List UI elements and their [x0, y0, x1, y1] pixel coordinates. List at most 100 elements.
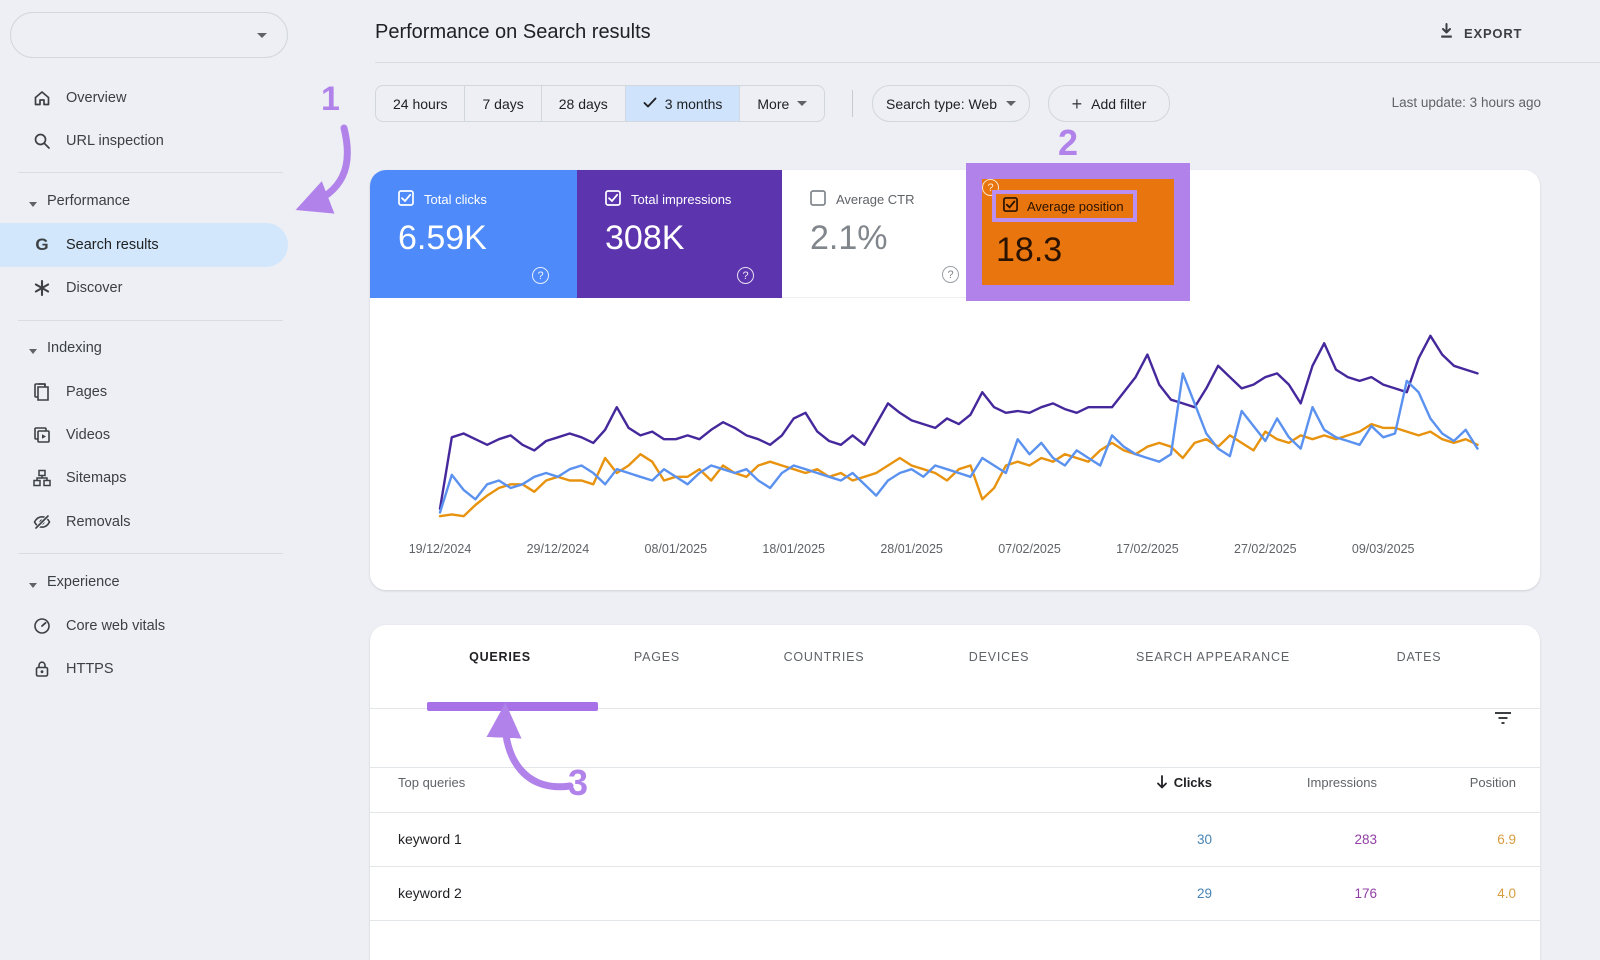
chart-x-axis: 19/12/2024 29/12/2024 08/01/2025 18/01/2025… — [370, 542, 1540, 562]
column-header-clicks[interactable]: Clicks — [1156, 775, 1212, 792]
clicks-cell: 30 — [1196, 832, 1212, 847]
sidebar: Overview URL inspection Performance G Se… — [0, 0, 300, 938]
last-update-text: Last update: 3 hours ago — [1391, 95, 1541, 110]
chevron-down-icon — [797, 101, 808, 106]
metric-value: 18.3 — [996, 231, 1063, 269]
query-cell[interactable]: keyword 1 — [398, 831, 462, 847]
sidebar-section-indexing[interactable]: Indexing — [0, 331, 288, 365]
chevron-down-icon — [257, 32, 267, 38]
metric-value: 2.1% — [810, 219, 888, 257]
export-label: EXPORT — [1464, 25, 1523, 41]
help-icon[interactable]: ? — [942, 266, 959, 283]
annotation-tab-underline — [427, 702, 598, 711]
sidebar-item-label: Discover — [66, 280, 123, 296]
checkbox-unchecked-icon — [810, 190, 826, 209]
sidebar-item-discover[interactable]: Discover — [0, 266, 288, 310]
add-filter-button[interactable]: + Add filter — [1048, 85, 1170, 122]
sidebar-item-label: Overview — [66, 90, 127, 106]
help-icon[interactable]: ? — [737, 267, 754, 284]
chart-line-average-position — [438, 422, 1479, 518]
impressions-cell: 283 — [1354, 832, 1377, 847]
sidebar-item-removals[interactable]: Removals — [0, 500, 288, 544]
pages-icon — [32, 382, 52, 402]
chart-x-tick-label: 17/02/2025 — [1116, 542, 1179, 556]
sidebar-item-label: Sitemaps — [66, 470, 127, 486]
dimensions-table-card: QUERIES PAGES COUNTRIES DEVICES SEARCH A… — [370, 625, 1540, 960]
search-type-dropdown[interactable]: Search type: Web — [872, 85, 1030, 122]
tab-queries[interactable]: QUERIES — [469, 650, 531, 664]
sidebar-item-sitemaps[interactable]: Sitemaps — [0, 456, 288, 500]
sidebar-item-url-inspection[interactable]: URL inspection — [0, 119, 288, 163]
metric-label: Total impressions — [631, 192, 732, 207]
metric-tile-average-position[interactable]: Average position 18.3 ? — [982, 179, 1174, 285]
metric-tile-total-clicks[interactable]: Total clicks 6.59K ? — [370, 170, 577, 298]
range-more-dropdown[interactable]: More — [740, 86, 824, 121]
chevron-down-icon — [28, 577, 38, 588]
sidebar-item-label: Videos — [66, 427, 111, 443]
table-divider — [370, 866, 1540, 867]
sidebar-item-label: Pages — [66, 384, 108, 400]
range-3-months[interactable]: 3 months — [625, 86, 741, 121]
help-icon[interactable]: ? — [532, 267, 549, 284]
sidebar-divider — [18, 553, 283, 554]
tab-pages[interactable]: PAGES — [634, 650, 680, 664]
sidebar-item-overview[interactable]: Overview — [0, 76, 288, 120]
sidebar-item-videos[interactable]: Videos — [0, 413, 288, 457]
annotation-highlight-frame: Average position 18.3 ? — [966, 163, 1190, 301]
column-header-top-queries[interactable]: Top queries — [398, 775, 465, 790]
sidebar-section-label: Indexing — [47, 340, 102, 356]
tab-countries[interactable]: COUNTRIES — [784, 650, 865, 664]
tab-devices[interactable]: DEVICES — [969, 650, 1029, 664]
sidebar-section-label: Experience — [47, 574, 120, 590]
metric-tile-total-impressions[interactable]: Total impressions 308K ? — [577, 170, 782, 298]
column-header-position[interactable]: Position — [1470, 775, 1516, 790]
sidebar-item-label: Search results — [66, 237, 159, 253]
query-cell[interactable]: keyword 2 — [398, 885, 462, 901]
eye-off-icon — [32, 512, 52, 532]
range-28-days[interactable]: 28 days — [542, 86, 626, 121]
sidebar-item-label: Core web vitals — [66, 618, 166, 634]
annotation-label-outline: Average position — [992, 190, 1137, 222]
chart-x-tick-label: 19/12/2024 — [408, 542, 472, 556]
annotation-step-3: 3 — [568, 762, 589, 803]
filter-divider — [852, 90, 853, 117]
export-button[interactable]: EXPORT — [1438, 20, 1522, 46]
sort-arrow-down-icon — [1156, 775, 1168, 792]
range-7-days[interactable]: 7 days — [465, 86, 542, 121]
checkbox-checked-icon — [605, 190, 621, 209]
tab-dates[interactable]: DATES — [1397, 650, 1442, 664]
google-g-icon: G — [35, 235, 49, 254]
sitemaps-icon — [32, 468, 52, 488]
sidebar-section-performance[interactable]: Performance — [0, 184, 288, 218]
table-divider — [370, 920, 1540, 921]
sidebar-divider — [18, 172, 283, 173]
sidebar-item-label: URL inspection — [66, 133, 164, 149]
sidebar-item-label: Removals — [66, 514, 131, 530]
chart-x-tick-label: 18/01/2025 — [762, 542, 825, 556]
position-cell: 4.0 — [1497, 886, 1516, 901]
chart-x-tick-label: 28/01/2025 — [880, 542, 943, 556]
column-header-impressions[interactable]: Impressions — [1307, 775, 1377, 790]
chart-x-tick-label: 29/12/2024 — [526, 542, 590, 556]
metric-tile-average-ctr[interactable]: Average CTR 2.1% ? — [782, 170, 987, 298]
annotation-step-1: 1 — [321, 80, 340, 118]
checkbox-checked-icon — [398, 190, 414, 209]
speedometer-icon — [32, 616, 52, 636]
range-24-hours[interactable]: 24 hours — [376, 86, 466, 121]
metric-value: 308K — [605, 219, 685, 257]
videos-icon — [32, 425, 52, 445]
tab-search-appearance[interactable]: SEARCH APPEARANCE — [1136, 650, 1290, 664]
header-divider — [375, 62, 1600, 63]
table-filter-icon[interactable] — [1492, 707, 1514, 734]
sidebar-section-experience[interactable]: Experience — [0, 565, 288, 599]
sidebar-item-search-results[interactable]: G Search results — [0, 223, 288, 267]
property-selector[interactable] — [10, 12, 288, 58]
sidebar-item-https[interactable]: HTTPS — [0, 647, 288, 691]
discover-asterisk-icon — [32, 278, 52, 298]
chart-line-total-impressions — [438, 334, 1479, 510]
sidebar-item-pages[interactable]: Pages — [0, 370, 288, 414]
sidebar-item-label: HTTPS — [66, 661, 114, 677]
chart-x-tick-label: 27/02/2025 — [1234, 542, 1297, 556]
sidebar-section-label: Performance — [47, 193, 131, 209]
sidebar-item-core-web-vitals[interactable]: Core web vitals — [0, 604, 288, 648]
